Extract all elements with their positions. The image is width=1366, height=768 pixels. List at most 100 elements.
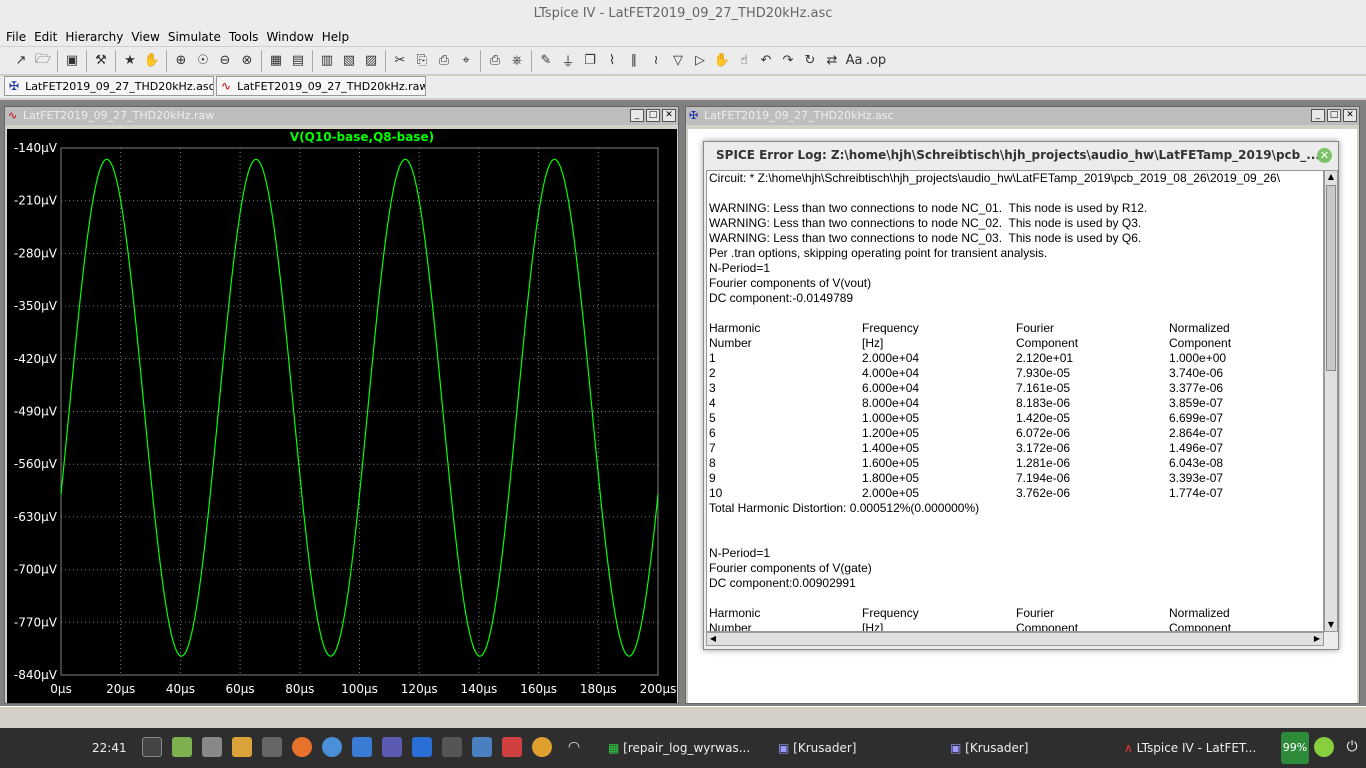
- control-panel-icon[interactable]: ⚒: [90, 50, 112, 72]
- close-icon[interactable]: ✕: [1317, 148, 1332, 163]
- halt-icon[interactable]: ✋: [141, 50, 163, 72]
- camera-icon[interactable]: [442, 737, 462, 757]
- undo-icon[interactable]: ↶: [755, 50, 777, 72]
- scroll-up-icon[interactable]: ▲: [1325, 171, 1337, 183]
- close-button[interactable]: ✕: [662, 109, 676, 122]
- taskbar-item[interactable]: ▦ [repair_log_wyrwas...: [608, 738, 758, 758]
- spice-directive-icon[interactable]: .op: [865, 50, 887, 72]
- scroll-thumb[interactable]: [1326, 185, 1336, 371]
- terminal-icon[interactable]: [142, 737, 162, 757]
- text-icon[interactable]: Aa: [843, 50, 865, 72]
- waveform-window[interactable]: ∿ LatFET2019_09_27_THD20kHz.raw _ □ ✕ V(…: [4, 106, 679, 704]
- print-preview-icon[interactable]: ⎙: [484, 50, 506, 72]
- horizontal-scrollbar[interactable]: ◀ ▶: [706, 632, 1324, 646]
- taskbar-item[interactable]: ▣ [Krusader]: [778, 738, 856, 758]
- move-icon[interactable]: ✋: [711, 50, 733, 72]
- tile-horizontal-icon[interactable]: ▥: [316, 50, 338, 72]
- minimize-button[interactable]: _: [630, 109, 644, 122]
- x-tick-label: 200µs: [640, 682, 677, 696]
- waveform-window-title-bar[interactable]: ∿ LatFET2019_09_27_THD20kHz.raw _ □ ✕: [5, 107, 678, 125]
- archive-icon[interactable]: [232, 737, 252, 757]
- table-cell: 5: [709, 411, 716, 425]
- table-row: 6 1.200e+05 6.072e-06 2.864e-07: [707, 426, 1323, 441]
- rotate-icon[interactable]: ↻: [799, 50, 821, 72]
- tab-label: LatFET2019_09_27_THD20kHz.raw: [237, 79, 426, 93]
- menu-edit[interactable]: Edit: [30, 28, 61, 46]
- menu-file[interactable]: File: [2, 28, 30, 46]
- menu-view[interactable]: View: [127, 28, 163, 46]
- tab-waveform[interactable]: ∿ LatFET2019_09_27_THD20kHz.raw: [216, 76, 426, 96]
- inductor-icon[interactable]: ≀: [645, 50, 667, 72]
- waveform-app-icon[interactable]: [352, 737, 372, 757]
- mail-icon[interactable]: [472, 737, 492, 757]
- ground-icon[interactable]: ⏚: [557, 50, 579, 72]
- pan-icon[interactable]: ☉: [192, 50, 214, 72]
- cut-icon[interactable]: ✂: [389, 50, 411, 72]
- battery-indicator[interactable]: 99%: [1281, 732, 1309, 764]
- open-schematic-icon[interactable]: ↗: [10, 50, 32, 72]
- x-tick-label: 160µs: [520, 682, 557, 696]
- mirror-icon[interactable]: ⇄: [821, 50, 843, 72]
- plot-pane[interactable]: V(Q10-base,Q8-base) -140µV -210µV -280µV -3…: [7, 129, 677, 703]
- drag-icon[interactable]: ☝: [733, 50, 755, 72]
- browser-icon[interactable]: [322, 737, 342, 757]
- maximize-button[interactable]: □: [646, 109, 660, 122]
- copy-icon[interactable]: ⎘: [411, 50, 433, 72]
- tab-schematic[interactable]: ✠ LatFET2019_09_27_THD20kHz.asc: [4, 76, 214, 96]
- firefox-icon[interactable]: [292, 737, 312, 757]
- trace-label[interactable]: V(Q10-base,Q8-base): [290, 130, 434, 144]
- open-folder-icon[interactable]: 🗁: [32, 50, 54, 72]
- waveform-chart[interactable]: V(Q10-base,Q8-base) -140µV -210µV -280µV -3…: [7, 129, 677, 703]
- autorange-icon[interactable]: ▦: [265, 50, 287, 72]
- capacitor-icon[interactable]: ∥: [623, 50, 645, 72]
- krusader-icon[interactable]: [382, 737, 402, 757]
- drive-icon[interactable]: [262, 737, 282, 757]
- taskbar-item[interactable]: ∧ LTspice IV - LatFET...: [1124, 738, 1274, 758]
- zoom-in-icon[interactable]: ⊕: [170, 50, 192, 72]
- separator: [166, 49, 167, 72]
- vertical-scrollbar[interactable]: ▲ ▼: [1324, 170, 1338, 632]
- trace-line[interactable]: [60, 158, 659, 657]
- draw-wire-icon[interactable]: ✎: [535, 50, 557, 72]
- schematic-window-title-bar[interactable]: ✠ LatFET2019_09_27_THD20kHz.asc _ □ ✕: [686, 107, 1359, 125]
- error-log-text[interactable]: Circuit: * Z:\home\hjh\Schreibtisch\hjh_…: [706, 170, 1324, 632]
- error-log-title-bar[interactable]: SPICE Error Log: Z:\home\hjh\Schreibtisc…: [704, 142, 1338, 169]
- close-button[interactable]: ✕: [1343, 109, 1357, 122]
- scroll-right-icon[interactable]: ▶: [1311, 633, 1323, 645]
- cascade-icon[interactable]: ▧: [338, 50, 360, 72]
- save-icon[interactable]: ▣: [61, 50, 83, 72]
- menu-hierarchy[interactable]: Hierarchy: [61, 28, 127, 46]
- scroll-down-icon[interactable]: ▼: [1325, 619, 1337, 631]
- print-icon[interactable]: ⎈: [506, 50, 528, 72]
- run-icon[interactable]: ★: [119, 50, 141, 72]
- menu-logo-icon[interactable]: [1314, 737, 1334, 757]
- taskbar-item[interactable]: ▣ [Krusader]: [950, 738, 1028, 758]
- redo-icon[interactable]: ↷: [777, 50, 799, 72]
- diode-icon[interactable]: ▽: [667, 50, 689, 72]
- component-icon[interactable]: ▷: [689, 50, 711, 72]
- resistor-icon[interactable]: ⌇: [601, 50, 623, 72]
- wifi-icon[interactable]: ◠: [564, 737, 584, 757]
- zoom-cancel-icon[interactable]: ⊗: [236, 50, 258, 72]
- spice-error-log-dialog[interactable]: SPICE Error Log: Z:\home\hjh\Schreibtisc…: [703, 141, 1339, 650]
- menu-tools[interactable]: Tools: [225, 28, 263, 46]
- find-icon[interactable]: ⌖: [455, 50, 477, 72]
- settings-icon[interactable]: [202, 737, 222, 757]
- menu-help[interactable]: Help: [318, 28, 353, 46]
- menu-window[interactable]: Window: [262, 28, 317, 46]
- power-icon[interactable]: ⏻: [1342, 737, 1362, 757]
- office-icon[interactable]: [502, 737, 522, 757]
- zoom-out-icon[interactable]: ⊖: [214, 50, 236, 72]
- tile-vertical-icon[interactable]: ▨: [360, 50, 382, 72]
- menu-simulate[interactable]: Simulate: [164, 28, 225, 46]
- scroll-left-icon[interactable]: ◀: [707, 633, 719, 645]
- paste-icon[interactable]: ⎙: [433, 50, 455, 72]
- files-icon[interactable]: [172, 737, 192, 757]
- bluetooth-icon[interactable]: [412, 737, 432, 757]
- chrome-icon[interactable]: [532, 737, 552, 757]
- maximize-button[interactable]: □: [1327, 109, 1341, 122]
- grid-icon[interactable]: ▤: [287, 50, 309, 72]
- error-log-title: SPICE Error Log: Z:\home\hjh\Schreibtisc…: [716, 148, 1320, 162]
- minimize-button[interactable]: _: [1311, 109, 1325, 122]
- label-net-icon[interactable]: ❐: [579, 50, 601, 72]
